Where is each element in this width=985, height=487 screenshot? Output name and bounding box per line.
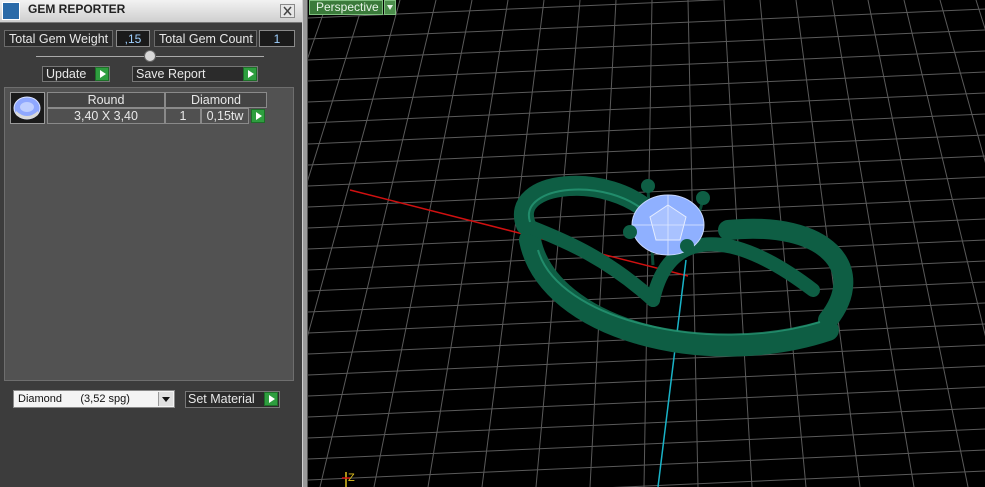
gem-type-cell: Diamond <box>165 92 267 108</box>
play-icon <box>264 392 278 406</box>
update-button[interactable]: Update <box>42 66 110 82</box>
round-gem-icon <box>13 96 41 120</box>
grid-line <box>589 0 617 487</box>
view-mode-dropdown[interactable] <box>384 0 396 15</box>
total-gem-count-field[interactable]: 1 <box>259 30 295 47</box>
total-gem-count-label: Total Gem Count <box>154 30 257 47</box>
3d-viewport[interactable]: Z <box>308 0 985 487</box>
close-button[interactable] <box>280 4 295 18</box>
save-report-button[interactable]: Save Report <box>132 66 258 82</box>
perspective-scene[interactable]: Z <box>308 0 985 487</box>
material-dropdown[interactable]: Diamond (3,52 spg) <box>13 390 175 408</box>
gem-shape-cell: Round <box>47 92 165 108</box>
gem-size-cell: 3,40 X 3,40 <box>47 108 165 124</box>
total-gem-weight-field[interactable]: ,15 <box>116 30 150 47</box>
z-axis-line <box>657 259 687 487</box>
play-icon <box>243 67 257 81</box>
close-icon <box>283 6 292 16</box>
slider-knob[interactable] <box>144 50 156 62</box>
axis-label: Z <box>348 472 355 484</box>
save-report-button-label: Save Report <box>136 67 206 81</box>
gem-row-expand-button[interactable] <box>251 109 265 123</box>
view-mode-label[interactable]: Perspective <box>309 0 383 15</box>
panel-title: GEM REPORTER <box>28 2 126 16</box>
grid-line <box>308 0 329 59</box>
panel-titlebar: GEM REPORTER <box>0 0 302 23</box>
z-axis-gizmo-icon: Z <box>342 472 355 487</box>
set-material-label: Set Material <box>188 392 255 406</box>
gem-reporter-panel: GEM REPORTER Total Gem Weight ,15 Total … <box>0 0 302 487</box>
gem-reporter-app-icon <box>2 2 20 20</box>
material-selected-value: Diamond (3,52 spg) <box>18 393 130 405</box>
gem-count-cell: 1 <box>165 108 201 124</box>
play-icon <box>95 67 109 81</box>
chevron-down-icon[interactable] <box>158 392 173 406</box>
gem-thumbnail-icon[interactable] <box>10 92 45 124</box>
set-material-button[interactable]: Set Material <box>185 391 280 408</box>
grid-line <box>308 0 365 182</box>
grid-line <box>975 0 985 31</box>
gem-weight-cell: 0,15tw <box>201 108 249 124</box>
grid-line <box>308 0 726 19</box>
update-button-label: Update <box>46 67 87 81</box>
total-gem-weight-label: Total Gem Weight <box>4 30 113 47</box>
gem-list <box>4 87 294 381</box>
grid-line <box>612 470 985 487</box>
